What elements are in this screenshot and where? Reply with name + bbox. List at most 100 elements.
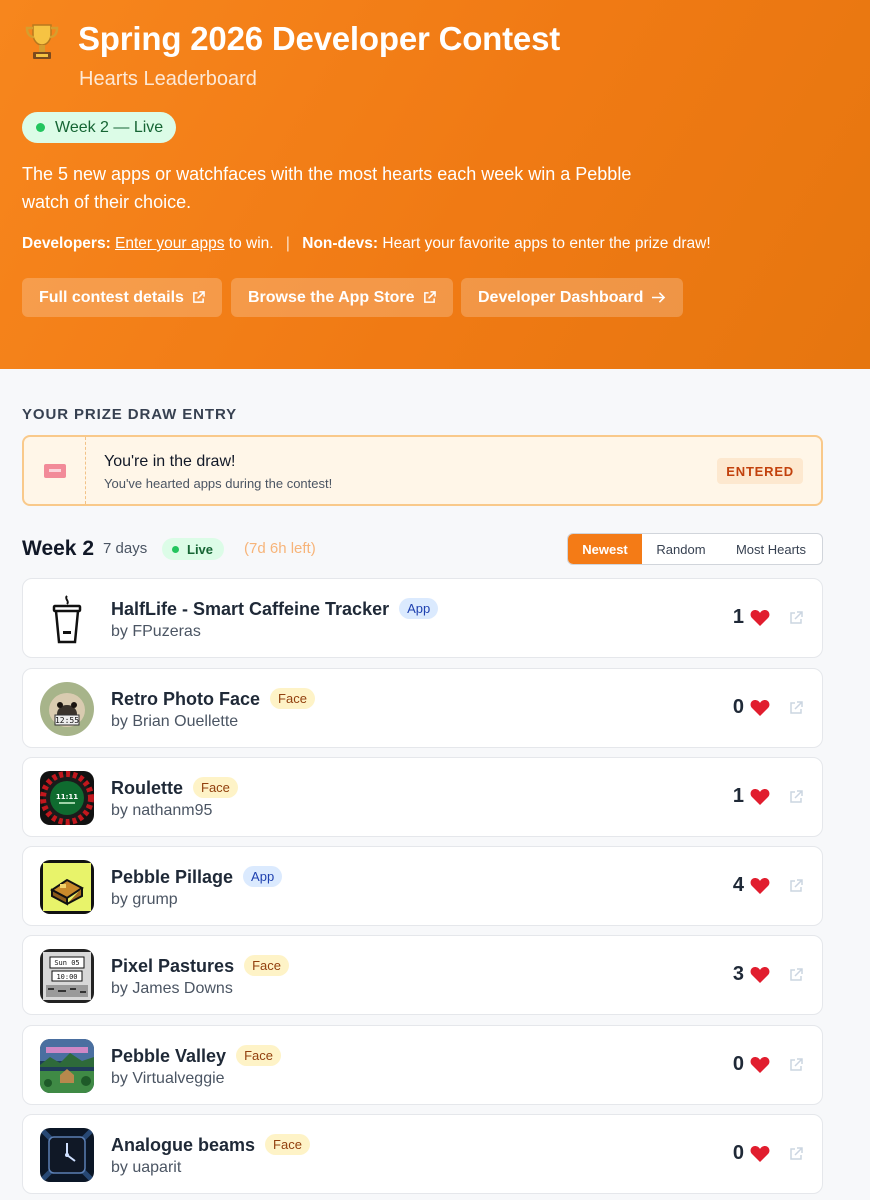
entry-row[interactable]: Analogue beams Face by uaparit 0 — [22, 1114, 823, 1194]
enter-apps-link[interactable]: Enter your apps — [115, 235, 224, 252]
app-title: Pixel Pastures — [111, 956, 235, 976]
heart-icon — [750, 966, 770, 983]
heart-count-value: 1 — [732, 785, 744, 807]
week-duration: 7 days — [103, 540, 148, 557]
app-title: Analogue beams — [111, 1135, 256, 1155]
type-badge: Face — [193, 777, 238, 798]
time-left: (7d 6h left) — [244, 540, 316, 557]
app-icon — [40, 1039, 94, 1093]
heart-count-value: 0 — [732, 1053, 744, 1075]
entry-row[interactable]: HalfLife - Smart Caffeine Tracker App by … — [22, 578, 823, 658]
type-badge: Face — [236, 1045, 281, 1066]
thumb-date: Sun 05 — [54, 959, 79, 967]
app-name[interactable]: Pebble Pillage App — [111, 866, 283, 888]
sort-newest-button[interactable]: Newest — [568, 534, 642, 564]
prize-draw-title: You're in the draw! — [104, 453, 236, 470]
heart-count[interactable]: 3 — [733, 963, 770, 986]
heart-icon — [750, 788, 770, 805]
heart-icon — [750, 699, 770, 716]
app-author: by grump — [111, 891, 178, 908]
app-author: by nathanm95 — [111, 802, 213, 819]
entered-badge: ENTERED — [717, 458, 803, 484]
entry-row[interactable]: Pebble Valley Face by Virtualveggie 0 — [22, 1025, 823, 1105]
sort-random-button[interactable]: Random — [642, 534, 720, 564]
sort-most-hearts-button[interactable]: Most Hearts — [720, 534, 822, 564]
app-title: HalfLife - Smart Caffeine Tracker — [111, 599, 390, 619]
app-name[interactable]: HalfLife - Smart Caffeine Tracker App — [111, 598, 439, 620]
developer-dashboard-button[interactable]: Developer Dashboard — [461, 278, 684, 317]
pixel-pastures-icon: Sun 05 10:00 — [40, 949, 94, 1003]
contest-hero: Spring 2026 Developer Contest Hearts Lea… — [0, 0, 870, 369]
heart-count[interactable]: 0 — [733, 1142, 770, 1165]
trophy-icon — [25, 24, 59, 59]
browse-app-store-button[interactable]: Browse the App Store — [231, 278, 453, 317]
external-link-icon — [423, 291, 436, 303]
analogue-clock-icon — [40, 1128, 94, 1182]
app-name[interactable]: Retro Photo Face Face — [111, 688, 315, 710]
app-name[interactable]: Roulette Face — [111, 777, 238, 799]
app-name[interactable]: Analogue beams Face — [111, 1134, 310, 1156]
full-contest-details-button[interactable]: Full contest details — [22, 278, 222, 317]
heart-count[interactable]: 1 — [733, 785, 770, 808]
thumb-time: 11:11 — [56, 793, 78, 801]
heart-count-value: 4 — [732, 874, 744, 896]
arrow-right-icon — [652, 292, 666, 303]
entry-row[interactable]: 12:55 Retro Photo Face Face by Brian Ouel… — [22, 668, 823, 748]
heart-count[interactable]: 1 — [733, 606, 770, 629]
ticket-column — [24, 437, 86, 504]
week-status-pill: Week 2 — Live — [22, 112, 177, 143]
button-label: Developer Dashboard — [478, 288, 644, 306]
heart-count[interactable]: 0 — [733, 696, 770, 719]
app-name[interactable]: Pixel Pastures Face — [111, 955, 289, 977]
app-icon — [40, 592, 94, 646]
developers-suffix: to win. — [228, 235, 274, 252]
app-name[interactable]: Pebble Valley Face — [111, 1045, 281, 1067]
external-link-icon[interactable] — [788, 789, 804, 805]
external-link-icon[interactable] — [788, 1146, 804, 1162]
ticket-icon — [43, 463, 66, 478]
coffee-cup-icon — [40, 592, 94, 646]
thumb-time: 12:55 — [55, 716, 79, 725]
app-title: Pebble Valley — [111, 1046, 227, 1066]
pug-photo-icon: 12:55 — [40, 682, 94, 736]
heart-count[interactable]: 0 — [733, 1053, 770, 1076]
thumb-time: 10:00 — [56, 973, 77, 981]
heart-count-value: 0 — [732, 696, 744, 718]
external-link-icon[interactable] — [788, 610, 804, 626]
app-icon: Sun 05 10:00 — [40, 949, 94, 1003]
app-icon — [40, 1128, 94, 1182]
app-icon — [40, 860, 94, 914]
app-title: Roulette — [111, 778, 183, 798]
app-icon: 11:11 — [40, 771, 94, 825]
app-author: by FPuzeras — [111, 623, 201, 640]
type-badge: App — [243, 866, 283, 887]
entry-row[interactable]: 11:11 Roulette Face by nathanm95 1 — [22, 757, 823, 837]
heart-icon — [750, 1145, 770, 1162]
treasure-chest-icon — [40, 860, 94, 914]
type-badge: Face — [244, 955, 289, 976]
external-link-icon[interactable] — [788, 878, 804, 894]
heart-count-value: 1 — [732, 606, 744, 628]
heart-count[interactable]: 4 — [733, 874, 770, 897]
entry-row[interactable]: Pebble Pillage App by grump 4 — [22, 846, 823, 926]
contest-description: The 5 new apps or watchfaces with the mo… — [22, 164, 632, 212]
sort-toggle: Newest Random Most Hearts — [567, 533, 823, 565]
separator: | — [285, 235, 290, 252]
button-label: Full contest details — [39, 288, 184, 306]
type-badge: Face — [265, 1134, 310, 1155]
leaderboard-subtitle: Hearts Leaderboard — [79, 68, 257, 90]
app-author: by James Downs — [111, 980, 233, 997]
external-link-icon[interactable] — [788, 700, 804, 716]
app-author: by Virtualveggie — [111, 1070, 225, 1087]
entry-row[interactable]: Sun 05 10:00 Pixel Pastures Face by James… — [22, 935, 823, 1015]
app-title: Retro Photo Face — [111, 689, 261, 709]
week-live-badge: Live — [162, 538, 225, 560]
external-link-icon[interactable] — [788, 1057, 804, 1073]
prize-draw-card: You're in the draw! You've hearted apps … — [22, 435, 823, 506]
heart-count-value: 3 — [732, 963, 744, 985]
external-link-icon[interactable] — [788, 967, 804, 983]
type-badge: Face — [270, 688, 315, 709]
prize-draw-text: You've hearted apps during the contest! — [104, 476, 333, 491]
nondevs-label: Non-devs: — [302, 235, 379, 252]
week-status-label: Week 2 — Live — [55, 118, 164, 136]
